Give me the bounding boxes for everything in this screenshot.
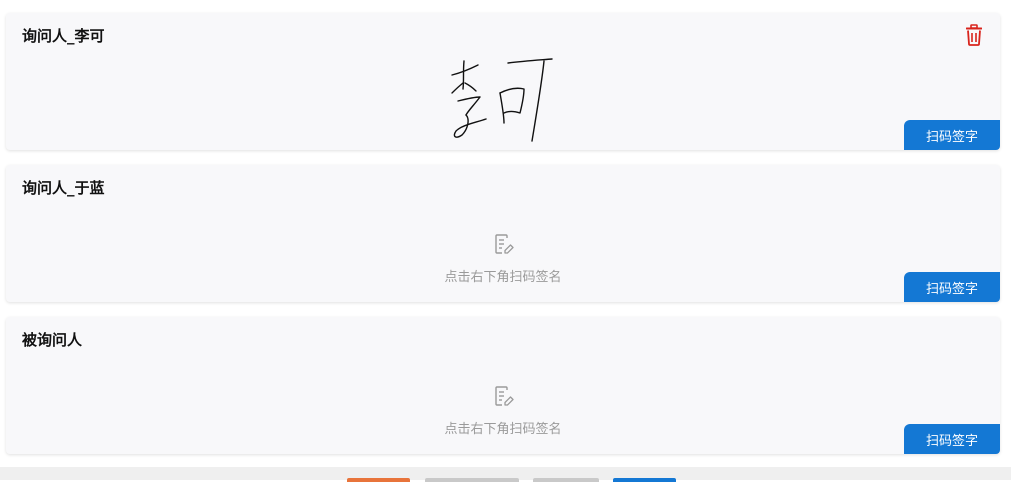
trash-icon[interactable] xyxy=(964,24,984,46)
signature-card-interviewer-li: 询问人_李可 扫码签字 xyxy=(6,13,1000,150)
edit-document-icon xyxy=(492,233,514,255)
footer-action-bar xyxy=(0,467,1011,482)
edit-document-icon xyxy=(492,385,514,407)
footer-button-1[interactable] xyxy=(347,478,410,482)
footer-button-2[interactable] xyxy=(425,478,519,482)
signature-placeholder: 点击右下角扫码签名 xyxy=(6,233,1000,285)
scan-sign-button[interactable]: 扫码签字 xyxy=(904,424,1000,454)
placeholder-text: 点击右下角扫码签名 xyxy=(444,422,562,437)
scan-sign-button[interactable]: 扫码签字 xyxy=(904,272,1000,302)
scan-sign-button[interactable]: 扫码签字 xyxy=(904,120,1000,150)
card-title: 询问人_于蓝 xyxy=(22,179,105,197)
handwritten-signature xyxy=(451,58,553,142)
card-title: 询问人_李可 xyxy=(22,27,105,45)
signature-card-interviewer-yu: 询问人_于蓝 点击右下角扫码签名 扫码签字 xyxy=(6,165,1000,302)
signature-card-interviewee: 被询问人 点击右下角扫码签名 扫码签字 xyxy=(6,317,1000,454)
signature-placeholder: 点击右下角扫码签名 xyxy=(6,385,1000,437)
card-title: 被询问人 xyxy=(22,331,83,349)
footer-button-3[interactable] xyxy=(533,478,599,482)
placeholder-text: 点击右下角扫码签名 xyxy=(444,270,562,285)
footer-button-4[interactable] xyxy=(613,478,676,482)
